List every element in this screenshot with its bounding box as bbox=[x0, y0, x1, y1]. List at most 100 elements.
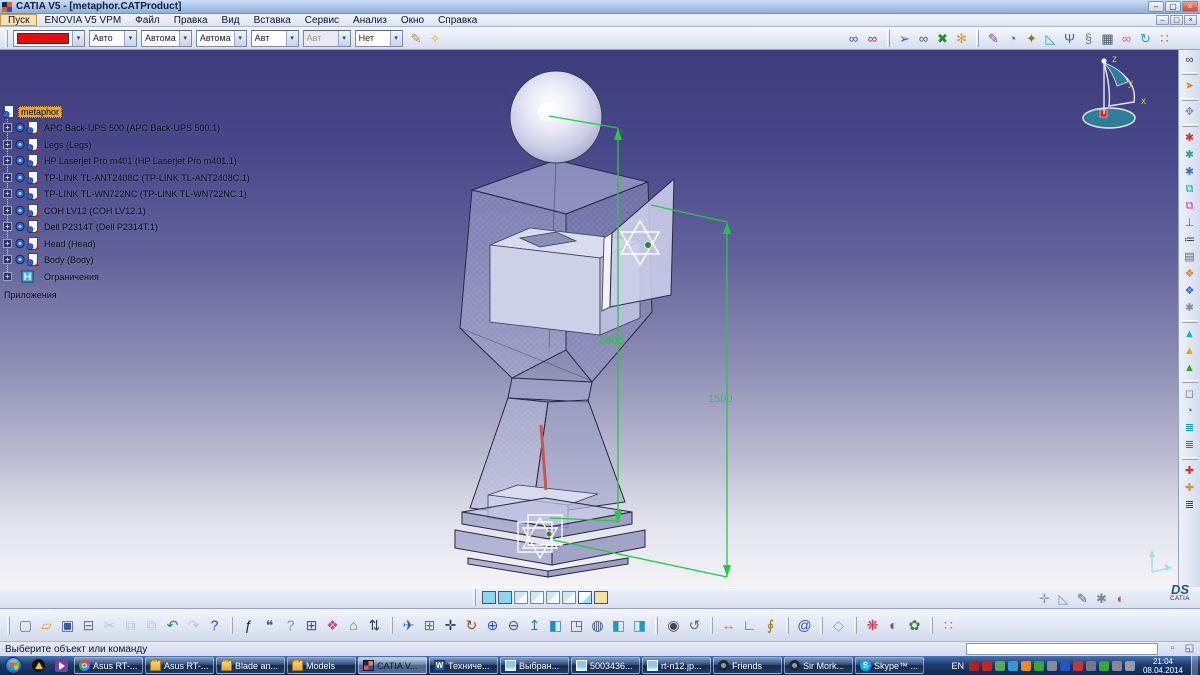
mdi-close-button[interactable]: × bbox=[1184, 15, 1197, 25]
taskbar-button-6[interactable]: Выбран... bbox=[500, 657, 569, 674]
painter-brush-icon[interactable]: ✎ bbox=[407, 29, 426, 48]
tree-item-applications[interactable]: Приложения bbox=[4, 287, 57, 302]
list-plain-icon[interactable]: ≣ bbox=[1181, 497, 1199, 514]
copy-icon[interactable]: ⧉ bbox=[120, 615, 141, 636]
table-edit-icon[interactable]: ▦ bbox=[1098, 29, 1117, 48]
menu-item-1[interactable]: ENOVIA V5 VPM bbox=[37, 14, 128, 27]
design-table-icon[interactable]: ⊞ bbox=[301, 615, 322, 636]
combo-4[interactable]: Авт▾ bbox=[303, 30, 351, 47]
taskbar-button-5[interactable]: Техниче... bbox=[429, 657, 498, 674]
print-icon[interactable]: ⊟ bbox=[78, 615, 99, 636]
tree-expander-icon[interactable]: + bbox=[3, 206, 12, 215]
measure-item-icon[interactable]: ∟ bbox=[739, 615, 760, 636]
search-view-icon[interactable]: ∞ bbox=[914, 29, 933, 48]
pen-icon[interactable]: ✎ bbox=[984, 29, 1003, 48]
combo-3[interactable]: Авт▾ bbox=[251, 30, 299, 47]
menu-item-4[interactable]: Вид bbox=[215, 14, 247, 27]
color-grid-icon[interactable]: ∷ bbox=[1155, 29, 1174, 48]
minimize-button[interactable]: – bbox=[1148, 1, 1164, 12]
taskbar-button-7[interactable]: 5003436... bbox=[571, 657, 640, 674]
multi-view-icon[interactable]: ◧ bbox=[545, 615, 566, 636]
product-red-gear-icon[interactable]: ✱ bbox=[1181, 130, 1199, 147]
tray-volume-icon[interactable] bbox=[1086, 661, 1096, 671]
sketch-pen-icon[interactable]: ✎ bbox=[1073, 589, 1092, 608]
iso-view-cube-icon[interactable]: ◳ bbox=[566, 615, 587, 636]
tree-expander-icon[interactable]: + bbox=[3, 156, 12, 165]
tree-item-0[interactable]: +APC Back-UPS 500 (APC Back-UPS 500.1) bbox=[0, 120, 220, 135]
menu-item-8[interactable]: Окно bbox=[394, 14, 431, 27]
language-indicator[interactable]: EN bbox=[951, 661, 964, 671]
combo-2[interactable]: Автома▾ bbox=[196, 30, 247, 47]
tree-item-2[interactable]: +HP Laserjet Pro m401 (HP Laserjet Pro m… bbox=[0, 153, 237, 168]
power-input-icon[interactable]: ◱ bbox=[1181, 642, 1198, 656]
anchor-icon[interactable]: Ψ bbox=[1060, 29, 1079, 48]
taskbar-button-11[interactable]: Skype™ ... bbox=[855, 657, 924, 674]
tree-item-9[interactable]: +Ограничения bbox=[0, 269, 99, 284]
formula-icon[interactable]: ƒ bbox=[238, 615, 259, 636]
apply-material-icon[interactable]: ◐ bbox=[883, 615, 904, 636]
tray-l-app-icon[interactable] bbox=[1060, 661, 1070, 671]
tray-error-icon[interactable] bbox=[1073, 661, 1083, 671]
combo-5[interactable]: Нет▾ bbox=[355, 30, 403, 47]
wrench-icon[interactable]: ✦ bbox=[1022, 29, 1041, 48]
tree-expander-icon[interactable]: + bbox=[3, 272, 12, 281]
kmplayer-icon[interactable] bbox=[55, 659, 68, 672]
fast-part-cyan-icon[interactable]: ▲ bbox=[1181, 326, 1199, 343]
menu-item-6[interactable]: Сервис bbox=[298, 14, 346, 27]
close-button[interactable]: × bbox=[1182, 1, 1198, 12]
tray-update-icon[interactable] bbox=[995, 661, 1005, 671]
toolbar-grip[interactable] bbox=[473, 589, 476, 606]
fly-mode-icon[interactable]: ✈ bbox=[398, 615, 419, 636]
link-red-icon[interactable]: ✚ bbox=[1181, 463, 1199, 480]
taskbar-clock[interactable]: 21:04 08.04.2014 bbox=[1143, 657, 1183, 675]
taskbar-button-2[interactable]: Blade an... bbox=[216, 657, 285, 674]
view-front-icon[interactable] bbox=[498, 591, 512, 604]
viewport-3d[interactable]: 1800 1500 z y x bbox=[0, 50, 1200, 587]
list-edit-icon[interactable]: ≔ bbox=[1181, 232, 1199, 249]
chain-links-icon[interactable]: ∞ bbox=[1117, 29, 1136, 48]
tray-warning-icon[interactable] bbox=[1021, 661, 1031, 671]
taskbar-button-4[interactable]: CATIA V... bbox=[358, 657, 427, 674]
command-input[interactable] bbox=[966, 643, 1158, 655]
zoom-out-icon[interactable]: ⊖ bbox=[503, 615, 524, 636]
update-gear-icon[interactable]: ✱ bbox=[1181, 300, 1199, 317]
render-style-icon[interactable]: ◍ bbox=[587, 615, 608, 636]
tree-expander-icon[interactable]: + bbox=[3, 239, 12, 248]
manipulate-hand-icon[interactable]: ✥ bbox=[1181, 104, 1199, 121]
binoculars-blue-icon[interactable]: ∞ bbox=[844, 29, 863, 48]
tree-item-1[interactable]: +Legs (Legs) bbox=[0, 137, 92, 152]
toolbar-grip[interactable] bbox=[7, 617, 10, 634]
undo-icon[interactable]: ↶ bbox=[162, 615, 183, 636]
view-bottom-icon[interactable] bbox=[578, 591, 592, 604]
tray-network-icon[interactable] bbox=[1008, 661, 1018, 671]
view-right-icon[interactable] bbox=[546, 591, 560, 604]
camera-icon[interactable]: ◉ bbox=[663, 615, 684, 636]
tree-item-5[interactable]: +COH LV12 (COH LV12.1) bbox=[0, 203, 146, 218]
binoculars-red-icon[interactable]: ∞ bbox=[863, 29, 882, 48]
spray-icon[interactable]: ❋ bbox=[862, 615, 883, 636]
globe-hand-icon[interactable]: ◔ bbox=[1181, 403, 1199, 420]
view-left-icon[interactable] bbox=[530, 591, 544, 604]
view-back-icon[interactable] bbox=[514, 591, 528, 604]
tree-expander-icon[interactable]: + bbox=[3, 173, 12, 182]
snap-axis-icon[interactable]: ✛ bbox=[1035, 589, 1054, 608]
comment-bubble-icon[interactable]: ❝ bbox=[259, 615, 280, 636]
view-mode-a-icon[interactable]: ◧ bbox=[608, 615, 629, 636]
named-views-icon[interactable] bbox=[594, 591, 608, 604]
list-cyan-icon[interactable]: ≣ bbox=[1181, 420, 1199, 437]
robot-model[interactable] bbox=[455, 71, 674, 577]
setsquare-icon[interactable]: ◺ bbox=[1041, 29, 1060, 48]
taskbar-button-10[interactable]: Sir Mork... bbox=[784, 657, 853, 674]
tray-app-red-icon[interactable] bbox=[969, 661, 979, 671]
frame-abc-icon[interactable]: ▤ bbox=[1181, 249, 1199, 266]
fast-part-green-icon[interactable]: ▲ bbox=[1181, 360, 1199, 377]
tree-item-8[interactable]: +Body (Body) bbox=[0, 252, 94, 267]
axis-system-icon[interactable]: ⊥ bbox=[1181, 215, 1199, 232]
redo-icon[interactable]: ↷ bbox=[183, 615, 204, 636]
new-icon[interactable]: ▢ bbox=[15, 615, 36, 636]
list-blue-icon[interactable]: ≣ bbox=[1181, 437, 1199, 454]
color-combo[interactable]: ▾ bbox=[13, 30, 85, 47]
mdi-restore-button[interactable]: ▢ bbox=[1170, 15, 1183, 25]
grid-dots-icon[interactable]: ∷ bbox=[938, 615, 959, 636]
mdi-minimize-button[interactable]: – bbox=[1156, 15, 1169, 25]
